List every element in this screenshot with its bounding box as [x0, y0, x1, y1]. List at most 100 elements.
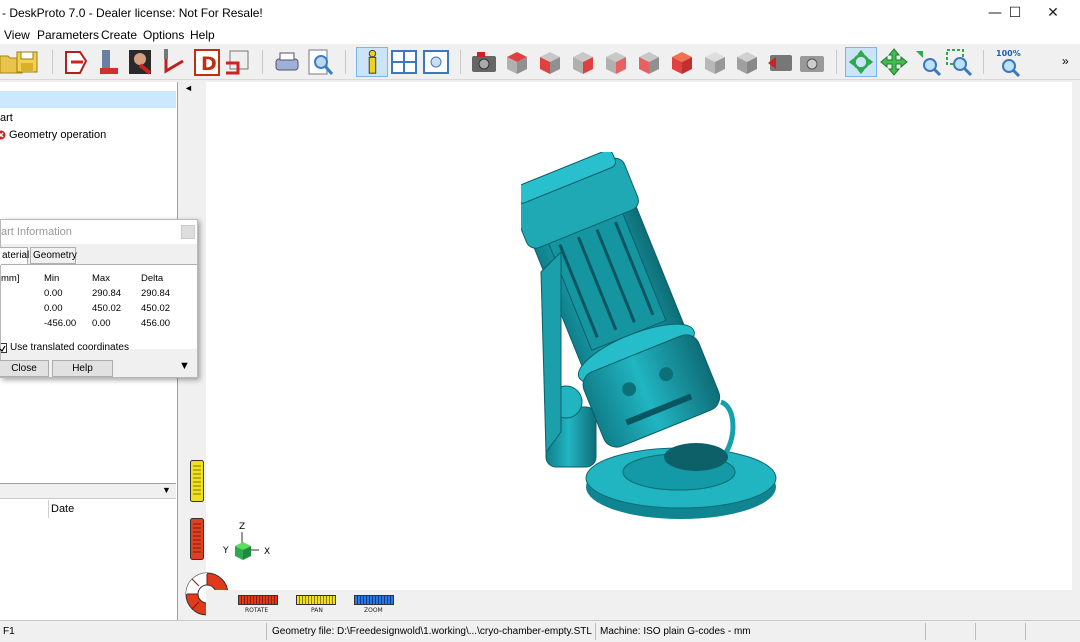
- row-y-max: 450.02: [92, 303, 122, 314]
- print-preview-icon[interactable]: [306, 47, 334, 77]
- row-x-max: 290.84: [92, 288, 122, 299]
- status-separator: [266, 623, 267, 640]
- view-iso2-icon[interactable]: [733, 47, 761, 77]
- print-icon[interactable]: [273, 47, 301, 77]
- dialog-title: art Information: [1, 226, 72, 238]
- rotate-icon[interactable]: [845, 47, 877, 77]
- chevron-down-icon[interactable]: ▼: [162, 485, 171, 495]
- status-geometry-file: Geometry file: D:\Freedesignwold\1.worki…: [272, 626, 592, 637]
- zoom-slider-red[interactable]: [190, 518, 204, 560]
- help-button[interactable]: Help: [52, 360, 113, 377]
- tab-geometry[interactable]: Geometry: [30, 247, 77, 264]
- view-top-icon[interactable]: [503, 47, 531, 77]
- 3d-viewport[interactable]: ◄ ROTATE PAN ZOOM Z Y X: [181, 82, 1072, 620]
- dialog-close-icon[interactable]: [181, 225, 195, 239]
- photo-icon[interactable]: [798, 47, 826, 77]
- toolbar-separator: [836, 50, 837, 74]
- axes-indicator: Z Y X: [222, 522, 270, 560]
- save-toolpath-icon[interactable]: [224, 47, 252, 77]
- toolbar-separator: [983, 50, 984, 74]
- axis-z-label: Z: [239, 522, 245, 532]
- more-options-icon[interactable]: ▼: [179, 360, 190, 372]
- menu-help[interactable]: Help: [190, 28, 215, 42]
- view-front-icon[interactable]: [536, 47, 564, 77]
- rotate-control-bar[interactable]: [238, 595, 278, 605]
- toolbar-separator: [262, 50, 263, 74]
- machining-icon[interactable]: [94, 47, 122, 77]
- maximize-button[interactable]: ☐: [996, 0, 1034, 26]
- toolbar-separator: [460, 50, 461, 74]
- tree-item-part[interactable]: art: [0, 112, 13, 124]
- status-separator: [595, 623, 596, 640]
- menu-create[interactable]: Create: [101, 28, 137, 42]
- row-x-delta: 290.84: [141, 288, 171, 299]
- toolbar-separator: [52, 50, 53, 74]
- close-window-button[interactable]: ✕: [1034, 0, 1072, 26]
- rotate-label: ROTATE: [245, 607, 269, 614]
- toolbar-overflow-button[interactable]: »: [1062, 54, 1069, 68]
- deskproto-window: - DeskProto 7.0 - Dealer license: Not Fo…: [0, 0, 1080, 642]
- axis-y-label: Y: [222, 546, 229, 556]
- row-z-min: -456.00: [44, 318, 77, 329]
- dialog-tab-content: mm] Min Max Delta 0.00 290.84 290.84 0.0…: [1, 264, 197, 349]
- cryo-chamber-model[interactable]: [521, 152, 791, 532]
- zoom-100-icon[interactable]: 100%: [995, 47, 1025, 77]
- pan-label: PAN: [311, 607, 323, 614]
- row-z-delta: 456.00: [141, 318, 171, 329]
- view-right-icon[interactable]: [569, 47, 597, 77]
- view-layout-icon[interactable]: [390, 47, 418, 77]
- zoom-label: ZOOM: [364, 607, 383, 614]
- pan-control-bar[interactable]: [296, 595, 336, 605]
- list-column-date[interactable]: Date: [51, 503, 74, 515]
- col-header-unit: mm]: [1, 273, 20, 284]
- row-y-delta: 450.02: [141, 303, 171, 314]
- zoom-slider-yellow[interactable]: [190, 460, 204, 502]
- list-dropdown-header[interactable]: ▼: [0, 483, 176, 499]
- d-icon[interactable]: D: [193, 47, 221, 77]
- toolpath-icon[interactable]: [161, 47, 189, 77]
- window-title: - DeskProto 7.0 - Dealer license: Not Fo…: [2, 6, 263, 20]
- list-column-divider: [48, 500, 49, 518]
- zoom-window-icon[interactable]: [945, 47, 973, 77]
- translated-coordinates-label[interactable]: Use translated coordinates: [10, 342, 129, 353]
- details-icon[interactable]: [422, 47, 450, 77]
- save-icon[interactable]: [14, 47, 42, 77]
- zoom-control-bar[interactable]: [354, 595, 394, 605]
- viewport-bottom-controls: ROTATE PAN ZOOM: [206, 590, 1072, 620]
- view-iso-icon[interactable]: [701, 47, 729, 77]
- part-wizard-icon[interactable]: [62, 47, 90, 77]
- info-icon[interactable]: [356, 47, 388, 77]
- collapse-panel-button[interactable]: ◄: [184, 83, 193, 93]
- camera-icon[interactable]: [470, 47, 498, 77]
- main-toolbar: D 100% »: [0, 44, 1080, 80]
- row-z-max: 0.00: [92, 318, 111, 329]
- view-left-icon[interactable]: [635, 47, 663, 77]
- axis-x-label: X: [264, 547, 270, 557]
- tree-selected-row[interactable]: [0, 91, 176, 108]
- pan-icon[interactable]: [880, 47, 908, 77]
- status-help: F1: [3, 626, 15, 637]
- tab-material[interactable]: aterial: [0, 247, 29, 265]
- menu-view[interactable]: View: [4, 28, 30, 42]
- menu-parameters[interactable]: Parameters: [37, 28, 99, 42]
- view-bottom-icon[interactable]: [668, 47, 696, 77]
- translated-coordinates-checkbox[interactable]: [0, 343, 7, 353]
- menu-options[interactable]: Options: [143, 28, 184, 42]
- dialog-title-bar[interactable]: art Information: [1, 220, 197, 244]
- view-back-icon[interactable]: [602, 47, 630, 77]
- person-icon[interactable]: [126, 47, 154, 77]
- reset-view-icon[interactable]: [766, 47, 794, 77]
- tree-item-geometry-operation[interactable]: Geometry operation: [9, 129, 106, 141]
- status-separator: [925, 623, 926, 640]
- zoom-100-label: 100%: [996, 49, 1021, 58]
- title-bar: - DeskProto 7.0 - Dealer license: Not Fo…: [0, 0, 1080, 26]
- col-header-delta: Delta: [141, 273, 164, 284]
- row-x-min: 0.00: [44, 288, 63, 299]
- zoom-icon[interactable]: [913, 47, 941, 77]
- status-separator: [975, 623, 976, 640]
- error-icon: [0, 130, 6, 140]
- close-button[interactable]: Close: [0, 360, 49, 377]
- status-separator: [1025, 623, 1026, 640]
- part-information-dialog: art Information aterial Geometry mm] Min…: [0, 219, 198, 378]
- col-header-min: Min: [44, 273, 60, 284]
